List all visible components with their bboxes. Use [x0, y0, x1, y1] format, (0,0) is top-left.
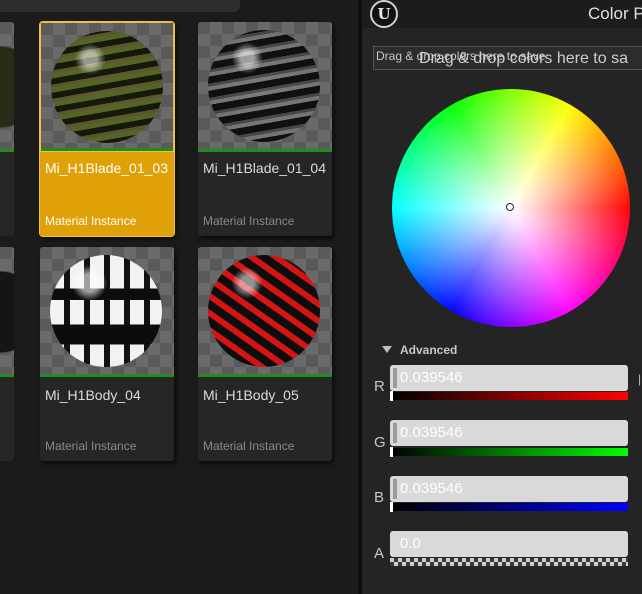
blue-slider[interactable]	[390, 502, 628, 512]
advanced-label: Advanced	[400, 343, 458, 357]
alpha-value-field[interactable]: 0.0	[390, 531, 628, 557]
expand-triangle-icon	[382, 346, 392, 353]
asset-thumbnail	[198, 247, 332, 377]
material-preview-sphere	[208, 255, 320, 367]
material-preview-sphere	[50, 255, 162, 367]
asset-name: Mi_H1Blade_01_04	[203, 160, 326, 176]
asset-tile-mi-h1blade-01-04[interactable]: Mi_H1Blade_01_04 Material Instance	[198, 22, 332, 236]
material-preview-sphere	[51, 31, 163, 143]
browser-search-bar[interactable]	[0, 0, 240, 12]
color-picker-panel: U Color P Drag & drop colors here to sav…	[362, 0, 642, 594]
asset-type: Material Instance	[45, 214, 137, 228]
alpha-slider[interactable]	[390, 558, 628, 566]
channel-label-g: G	[374, 434, 386, 451]
red-value: 0.039546	[400, 369, 463, 386]
asset-type: Material Instance	[203, 214, 295, 228]
asset-tile-partial[interactable]	[0, 247, 14, 461]
asset-thumbnail	[40, 22, 174, 152]
material-preview-sphere	[208, 30, 320, 142]
green-value-field[interactable]: 0.039546	[390, 420, 628, 446]
asset-thumbnail	[40, 247, 174, 377]
color-wheel-cursor[interactable]	[506, 203, 514, 211]
asset-name: Mi_H1Blade_01_03	[45, 160, 168, 176]
asset-name: Mi_H1Body_05	[203, 387, 299, 403]
content-browser: Mi_H1Blade_01_03 Material Instance Mi_H1…	[0, 0, 360, 594]
asset-tile-mi-h1blade-01-03[interactable]: Mi_H1Blade_01_03 Material Instance	[39, 21, 175, 237]
asset-tile-mi-h1body-04[interactable]: Mi_H1Body_04 Material Instance	[40, 247, 174, 461]
asset-type: Material Instance	[45, 439, 137, 453]
red-value-field[interactable]: 0.039546	[390, 365, 628, 391]
green-slider[interactable]	[390, 447, 628, 457]
blue-value-field[interactable]: 0.039546	[390, 476, 628, 502]
channel-label-a: A	[374, 545, 385, 562]
asset-thumbnail	[0, 22, 14, 152]
channel-label-b: B	[374, 489, 385, 506]
alpha-value: 0.0	[400, 535, 421, 552]
asset-name: Mi_H1Body_04	[45, 387, 141, 403]
channel-label-r: R	[374, 378, 385, 395]
green-value: 0.039546	[400, 424, 463, 441]
asset-tile-partial[interactable]	[0, 22, 14, 236]
swatch-drop-hint-large: Drag & drop colors here to sa	[419, 50, 628, 67]
blue-value: 0.039546	[400, 480, 463, 497]
asset-tile-mi-h1body-05[interactable]: Mi_H1Body_05 Material Instance	[198, 247, 332, 461]
asset-thumbnail	[0, 247, 14, 377]
window-title: Color P	[588, 4, 642, 23]
color-picker-header: U Color P	[362, 0, 642, 28]
unreal-logo-icon: U	[370, 0, 398, 28]
asset-type: Material Instance	[203, 439, 295, 453]
color-swatch-drop-area[interactable]: Drag & drop colors here to save Drag & d…	[373, 46, 642, 70]
red-slider[interactable]	[390, 391, 628, 401]
advanced-section-toggle[interactable]: Advanced	[382, 343, 457, 357]
asset-thumbnail	[198, 22, 332, 152]
